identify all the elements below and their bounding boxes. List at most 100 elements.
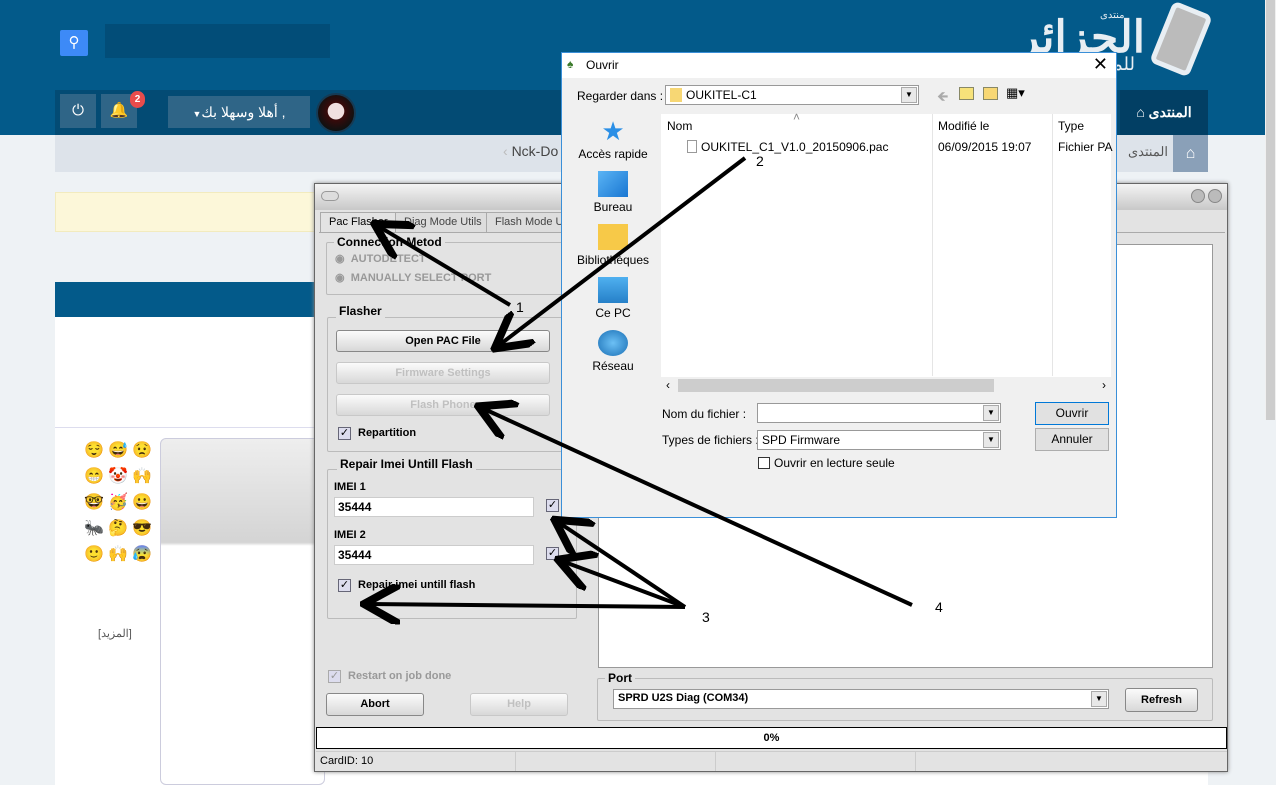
file-row[interactable]: OUKITEL_C1_V1.0_20150906.pac 06/09/2015 …	[687, 140, 1127, 154]
abort-button[interactable]: Abort	[326, 693, 424, 716]
repair-imei-label: Repair imei untill flash	[358, 579, 476, 591]
tab-pac-flasher[interactable]: Pac Flasher	[320, 212, 397, 232]
tab-diag-mode-utils[interactable]: Diag Mode Utils	[395, 212, 491, 232]
scroll-left-icon: ‹	[666, 378, 670, 392]
firmware-settings-button[interactable]: Firmware Settings	[336, 362, 550, 384]
status-cardid: CardID: 10	[316, 752, 516, 771]
connection-group-label: Connection Metod	[334, 235, 445, 249]
search-icon: ⚲	[68, 34, 80, 51]
home-icon: ⌂	[1136, 104, 1145, 120]
smiley-icon[interactable]: 🙂	[82, 544, 106, 564]
filename-input[interactable]: ▼	[757, 403, 1001, 423]
user-menu[interactable]: ▼أهلا وسهلا بك , farwest	[168, 96, 310, 154]
horizontal-scrollbar[interactable]: ‹ ›	[661, 377, 1111, 394]
breadcrumb-home[interactable]: المنتدى	[1128, 144, 1168, 160]
imei1-label: IMEI 1	[334, 481, 366, 493]
dropdown-arrow-icon: ▼	[983, 432, 999, 448]
chevron-left-icon: ‹	[503, 143, 508, 159]
smiley-icon[interactable]: 🤡	[106, 466, 130, 486]
flash-phone-button[interactable]: Flash Phone	[336, 394, 550, 416]
connection-group	[326, 242, 576, 295]
dropdown-arrow-icon: ▼	[901, 87, 917, 103]
minimize-button[interactable]	[1191, 189, 1205, 203]
place-quick-access[interactable]: ★ Accès rapide	[568, 118, 658, 161]
repair-imei-checkbox[interactable]: ✓	[338, 579, 351, 592]
nav-home-link[interactable]: ⌂ المنتدى	[1120, 90, 1208, 135]
smiley-icon[interactable]: 😅	[106, 440, 130, 460]
help-button[interactable]: Help	[470, 693, 568, 716]
smiley-icon[interactable]: 🐜	[82, 518, 106, 538]
dropdown-arrow-icon: ▼	[1091, 691, 1107, 707]
filetype-select[interactable]: SPD Firmware ▼	[757, 430, 1001, 450]
imei1-checkbox[interactable]: ✓	[546, 499, 559, 512]
open-file-dialog: ♠ Ouvrir ✕ Regarder dans : OUKITEL-C1 ▼ 🡸…	[561, 52, 1117, 518]
app-icon: ♠	[567, 57, 574, 71]
readonly-checkbox[interactable]	[758, 457, 770, 469]
bell-icon: 🔔	[109, 102, 129, 119]
places-bar: ★ Accès rapide Bureau Bibliothèques Ce PC…	[568, 118, 658, 373]
smiley-icon[interactable]: 😀	[130, 492, 154, 512]
page-scrollbar-thumb[interactable]	[1266, 0, 1275, 420]
smiley-icon[interactable]: 😰	[130, 544, 154, 564]
smiley-icon[interactable]: 🤓	[82, 492, 106, 512]
message-editor[interactable]	[160, 438, 325, 785]
radio-autodetect[interactable]: ◉ AUTODETECT	[335, 252, 426, 265]
open-button[interactable]: Ouvrir	[1035, 402, 1109, 425]
divider	[55, 427, 315, 428]
smilies-panel: 😌 😅 😟 😁 🤡 🙌 🤓 🥳 😀 🐜 🤔 😎 🙂 🙌 😰	[82, 440, 154, 564]
status-bar: CardID: 10	[316, 751, 1227, 771]
column-modified[interactable]: Modifié le	[938, 119, 989, 133]
open-pac-file-button[interactable]: Open PAC File	[336, 330, 550, 352]
smiley-icon[interactable]: 🙌	[106, 544, 130, 564]
repartition-checkbox[interactable]: ✓	[338, 427, 351, 440]
phone-logo-icon	[1149, 0, 1213, 78]
back-icon[interactable]: 🡸	[937, 86, 948, 110]
look-in-select[interactable]: OUKITEL-C1 ▼	[665, 85, 919, 105]
up-folder-icon[interactable]	[959, 87, 974, 100]
smiley-icon[interactable]: 😌	[82, 440, 106, 460]
column-type[interactable]: Type	[1058, 119, 1084, 133]
dialog-titlebar[interactable]: ♠ Ouvrir ✕	[562, 53, 1116, 78]
close-icon[interactable]: ✕	[1093, 54, 1108, 75]
folder-icon	[670, 88, 682, 102]
smiley-icon[interactable]: 😎	[130, 518, 154, 538]
smiley-icon[interactable]: 😟	[130, 440, 154, 460]
refresh-button[interactable]: Refresh	[1125, 688, 1198, 712]
smiley-icon[interactable]: 🤔	[106, 518, 130, 538]
imei1-input[interactable]: 35444	[334, 497, 534, 517]
repair-imei-group-label: Repair Imei Untill Flash	[337, 457, 476, 471]
restart-checkbox[interactable]: ✓	[328, 670, 341, 683]
search-button[interactable]: ⚲	[60, 30, 88, 56]
imei2-checkbox[interactable]: ✓	[546, 547, 559, 560]
radio-manual-port[interactable]: ◉ MANUALLY SELECT PORT	[335, 271, 491, 284]
new-folder-icon[interactable]	[983, 87, 998, 100]
smiley-icon[interactable]: 🙌	[130, 466, 154, 486]
view-menu-icon[interactable]: ▦▾	[1006, 85, 1025, 101]
search-input[interactable]	[105, 24, 330, 58]
readonly-label: Ouvrir en lecture seule	[774, 456, 895, 470]
file-icon	[687, 140, 697, 153]
cancel-button[interactable]: Annuler	[1035, 428, 1109, 451]
smiley-icon[interactable]: 😁	[82, 466, 106, 486]
port-group-label: Port	[605, 671, 635, 685]
place-desktop[interactable]: Bureau	[568, 171, 658, 214]
logout-button[interactable]: ⏻	[60, 94, 96, 128]
flasher-group-label: Flasher	[336, 304, 385, 318]
scroll-right-icon: ›	[1102, 378, 1106, 392]
close-button[interactable]	[1208, 189, 1222, 203]
dialog-title: Ouvrir	[586, 58, 619, 72]
window-menu-icon[interactable]	[321, 191, 339, 201]
port-select[interactable]: SPRD U2S Diag (COM34) ▼	[613, 689, 1109, 709]
column-name[interactable]: Nom	[667, 119, 692, 133]
smiley-icon[interactable]: 🥳	[106, 492, 130, 512]
imei2-input[interactable]: 35444	[334, 545, 534, 565]
look-in-label: Regarder dans :	[577, 89, 664, 103]
avatar[interactable]	[316, 93, 356, 133]
breadcrumb-home-icon[interactable]: ⌂	[1173, 135, 1208, 172]
imei2-label: IMEI 2	[334, 529, 366, 541]
smilies-more-link[interactable]: [المزيد]	[98, 627, 132, 640]
file-list: Nom ˄ Modifié le Type OUKITEL_C1_V1.0_20…	[661, 110, 1112, 394]
place-libraries[interactable]: Bibliothèques	[568, 224, 658, 267]
place-this-pc[interactable]: Ce PC	[568, 277, 658, 320]
place-network[interactable]: Réseau	[568, 330, 658, 373]
